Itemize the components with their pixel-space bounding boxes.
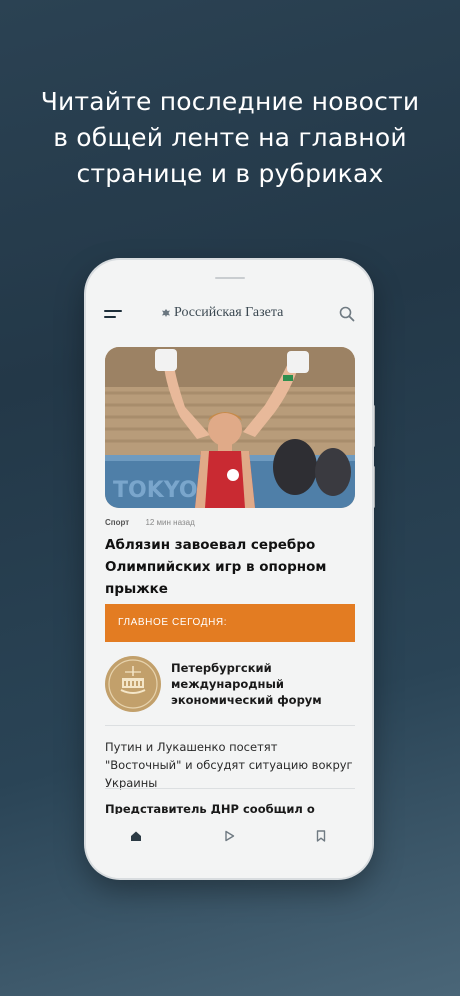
search-icon[interactable] xyxy=(339,306,355,322)
gymnast-photo: TOKYO xyxy=(105,347,355,508)
bookmark-icon[interactable] xyxy=(311,826,331,846)
feed-item-forum[interactable]: Петербургский международный экономически… xyxy=(105,656,355,714)
eagle-emblem-icon xyxy=(162,309,170,317)
app-logo-text: Российская Газета xyxy=(174,305,284,320)
app-logo[interactable]: Российская Газета xyxy=(161,305,283,321)
phone-side-button-lower xyxy=(372,466,375,508)
menu-icon[interactable] xyxy=(104,310,124,320)
promo-line-2: в общей ленте на главной xyxy=(53,123,407,152)
phone-side-button-upper xyxy=(372,405,375,447)
phone-speaker xyxy=(215,277,245,279)
article-headline[interactable]: Аблязин завоевал серебро Олимпийских игр… xyxy=(105,534,357,600)
forum-logo xyxy=(105,656,161,712)
article-time: 12 мин назад xyxy=(145,518,195,527)
home-icon[interactable] xyxy=(126,826,146,846)
app-header: Российская Газета xyxy=(86,296,372,332)
feed-item-news-3[interactable]: Представитель ДНР сообщил о попытке xyxy=(105,800,357,814)
promo-line-1: Читайте последние новости xyxy=(40,87,420,116)
feed-divider xyxy=(105,788,355,789)
feed-divider xyxy=(105,725,355,726)
promo-line-3: странице и в рубриках xyxy=(76,159,384,188)
play-icon[interactable] xyxy=(219,826,239,846)
main-today-banner: ГЛАВНОЕ СЕГОДНЯ: xyxy=(105,604,355,642)
svg-text:TOKYO: TOKYO xyxy=(113,478,198,503)
feed-item-news-2[interactable]: Путин и Лукашенко посетят "Восточный" и … xyxy=(105,738,357,792)
article-rubric[interactable]: Спорт xyxy=(105,518,129,527)
article-meta: Спорт 12 мин назад xyxy=(105,518,195,527)
promo-caption: Читайте последние новости в общей ленте … xyxy=(0,84,460,192)
bottom-tab-bar xyxy=(86,814,372,878)
forum-title: Петербургский международный экономически… xyxy=(171,661,322,707)
article-hero-image[interactable]: TOKYO xyxy=(105,347,355,508)
phone-frame: Российская Газета TOKYO Спорт 12 мин наз… xyxy=(86,260,372,878)
